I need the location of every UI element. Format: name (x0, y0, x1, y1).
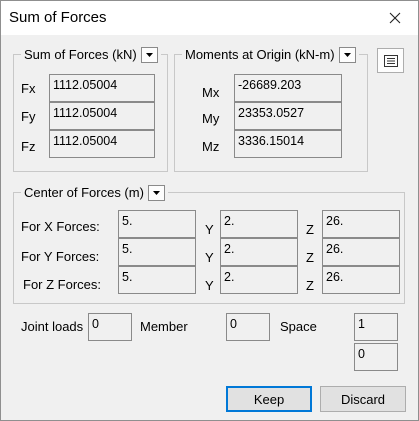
space-field-1[interactable]: 1 (354, 313, 398, 341)
x-forces-z-field[interactable]: 26. (322, 210, 400, 238)
dropdown-arrow-icon (145, 52, 153, 57)
fx-field[interactable]: 1112.05004 (49, 74, 155, 102)
y-forces-y-label: Y (205, 250, 214, 265)
mz-field[interactable]: 3336.15014 (234, 130, 342, 158)
member-label: Member (140, 319, 188, 334)
joint-loads-label: Joint loads (21, 319, 84, 334)
fy-field[interactable]: 1112.05004 (49, 102, 155, 130)
space-label: Space (280, 319, 317, 334)
close-icon (389, 12, 401, 24)
z-forces-z-label: Z (306, 278, 314, 293)
z-forces-z-field[interactable]: 26. (322, 266, 400, 294)
x-forces-y-label: Y (205, 222, 214, 237)
title-bar: Sum of Forces (1, 1, 418, 35)
window-title: Sum of Forces (9, 9, 107, 26)
moments-header: Moments at Origin (kN-m) (185, 47, 335, 62)
z-forces-label: For Z Forces: (23, 277, 102, 292)
center-units-dropdown[interactable] (147, 184, 165, 201)
dropdown-arrow-icon (152, 190, 160, 195)
fy-label: Fy (21, 109, 36, 124)
center-of-forces-header: Center of Forces (m) (24, 185, 144, 200)
fz-field[interactable]: 1112.05004 (49, 130, 155, 158)
member-field[interactable]: 0 (226, 313, 270, 341)
mz-label: Mz (202, 139, 220, 154)
close-button[interactable] (372, 1, 418, 35)
y-forces-label: For Y Forces: (21, 249, 100, 264)
y-forces-x-field[interactable]: 5. (118, 238, 196, 266)
list-menu-icon (383, 54, 398, 67)
x-forces-label: For X Forces: (21, 219, 100, 234)
fz-label: Fz (21, 139, 36, 154)
my-label: My (202, 111, 220, 126)
forces-units-dropdown[interactable] (140, 46, 158, 63)
my-field[interactable]: 23353.0527 (234, 102, 342, 130)
y-forces-z-field[interactable]: 26. (322, 238, 400, 266)
y-forces-z-label: Z (306, 250, 314, 265)
x-forces-y-field[interactable]: 2. (220, 210, 298, 238)
sum-of-forces-dialog: Sum of Forces Sum of Forces (kN) Fx 1112… (0, 0, 419, 421)
joint-loads-field[interactable]: 0 (88, 313, 132, 341)
y-forces-y-field[interactable]: 2. (220, 238, 298, 266)
z-forces-x-field[interactable]: 5. (118, 266, 196, 294)
mx-label: Mx (202, 85, 220, 100)
x-forces-z-label: Z (306, 222, 314, 237)
dropdown-arrow-icon (343, 52, 351, 57)
z-forces-y-field[interactable]: 2. (220, 266, 298, 294)
keep-button[interactable]: Keep (226, 386, 312, 412)
discard-button[interactable]: Discard (320, 386, 406, 412)
sum-of-forces-header: Sum of Forces (kN) (24, 47, 137, 62)
mx-field[interactable]: -26689.203 (234, 74, 342, 102)
z-forces-y-label: Y (205, 278, 214, 293)
fx-label: Fx (21, 81, 36, 96)
options-menu-button[interactable] (377, 48, 404, 73)
x-forces-x-field[interactable]: 5. (118, 210, 196, 238)
space-field-2[interactable]: 0 (354, 343, 398, 371)
moments-units-dropdown[interactable] (338, 46, 356, 63)
